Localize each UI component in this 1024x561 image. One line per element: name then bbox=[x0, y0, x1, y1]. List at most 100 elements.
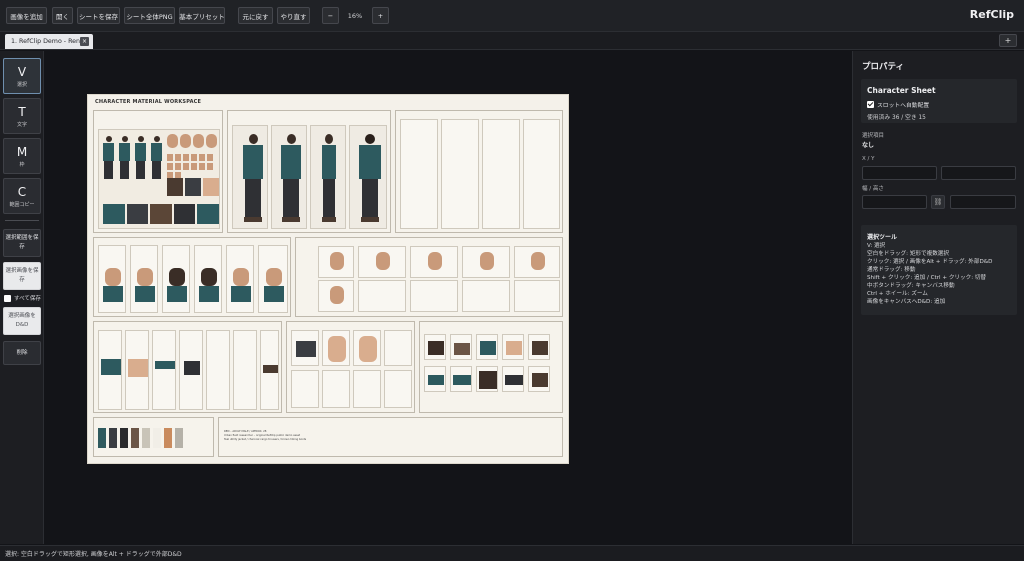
image-slot[interactable] bbox=[260, 330, 279, 410]
image-slot[interactable] bbox=[179, 330, 203, 410]
empty-slot[interactable] bbox=[482, 119, 520, 229]
empty-slot[interactable] bbox=[523, 119, 560, 229]
empty-slot[interactable] bbox=[462, 280, 510, 312]
zoom-in-button[interactable]: + bbox=[372, 7, 389, 24]
open-button[interactable]: 開く bbox=[52, 7, 73, 24]
tool-range-copy[interactable]: C 範囲コピー bbox=[3, 178, 41, 214]
image-slot[interactable] bbox=[502, 366, 524, 392]
figure-image[interactable] bbox=[322, 134, 336, 222]
image-slot[interactable] bbox=[232, 125, 268, 229]
panel-expressions[interactable] bbox=[295, 237, 563, 317]
tool-frame[interactable]: M 枠 bbox=[3, 138, 41, 174]
image-slot[interactable] bbox=[476, 366, 498, 392]
undo-button[interactable]: 元に戻す bbox=[238, 7, 273, 24]
width-input[interactable] bbox=[862, 195, 927, 209]
figure-image[interactable] bbox=[103, 136, 114, 179]
empty-slot[interactable] bbox=[514, 280, 560, 312]
image-slot[interactable] bbox=[349, 125, 387, 229]
panel-outfit[interactable] bbox=[93, 321, 282, 413]
image-slot[interactable] bbox=[358, 246, 406, 278]
panel-color-palette[interactable] bbox=[93, 417, 214, 457]
image-slot[interactable] bbox=[322, 330, 350, 366]
image-slot[interactable] bbox=[271, 125, 307, 229]
image-slot[interactable] bbox=[258, 245, 288, 313]
empty-slot[interactable] bbox=[233, 330, 257, 410]
auto-place-checkbox[interactable]: スロットへ自動配置 bbox=[867, 100, 929, 109]
panel-detail-refs[interactable] bbox=[419, 321, 563, 413]
save-selected-images-button[interactable]: 選択画像を保存 bbox=[3, 262, 41, 290]
image-slot[interactable] bbox=[502, 334, 524, 360]
checkbox-icon[interactable] bbox=[4, 294, 11, 302]
x-input[interactable] bbox=[862, 166, 937, 180]
add-tab-button[interactable]: + bbox=[999, 34, 1017, 47]
figure-image[interactable] bbox=[119, 136, 130, 179]
empty-slot[interactable] bbox=[400, 119, 438, 229]
preset-button[interactable]: 基本プリセット bbox=[179, 7, 225, 24]
image-slot[interactable] bbox=[98, 129, 220, 229]
empty-slot[interactable] bbox=[353, 370, 381, 408]
panel-head-shots[interactable] bbox=[93, 237, 291, 317]
image-slot[interactable] bbox=[194, 245, 222, 313]
figure-image[interactable] bbox=[243, 134, 263, 222]
y-input[interactable] bbox=[941, 166, 1016, 180]
empty-slot[interactable] bbox=[322, 370, 350, 408]
empty-slot[interactable] bbox=[358, 280, 406, 312]
image-slot[interactable] bbox=[125, 330, 149, 410]
image-slot[interactable] bbox=[410, 246, 458, 278]
checkbox-checked-icon[interactable] bbox=[867, 101, 874, 108]
empty-slot[interactable] bbox=[206, 330, 230, 410]
image-slot[interactable] bbox=[424, 366, 446, 392]
character-sheet[interactable]: CHARACTER MATERIAL WORKSPACE REN – ADULT… bbox=[87, 94, 569, 464]
add-image-button[interactable]: 画像を追加 bbox=[6, 7, 47, 24]
figure-image[interactable] bbox=[135, 136, 146, 179]
delete-button[interactable]: 削除 bbox=[3, 341, 41, 365]
figure-image[interactable] bbox=[151, 136, 162, 179]
image-slot[interactable] bbox=[514, 246, 560, 278]
empty-slot[interactable] bbox=[384, 330, 412, 366]
save-all-checkbox[interactable]: すべて保存 bbox=[4, 294, 41, 302]
drag-selected-button[interactable]: 選択画像をD&D bbox=[3, 307, 41, 335]
image-slot[interactable] bbox=[424, 334, 446, 360]
panel-accessories[interactable] bbox=[286, 321, 415, 413]
image-slot[interactable] bbox=[130, 245, 158, 313]
aspect-lock-icon[interactable]: ⛓ bbox=[931, 195, 945, 209]
image-slot[interactable] bbox=[162, 245, 190, 313]
empty-slot[interactable] bbox=[410, 280, 458, 312]
empty-slot[interactable] bbox=[441, 119, 479, 229]
tool-text[interactable]: T 文字 bbox=[3, 98, 41, 134]
image-slot[interactable] bbox=[528, 366, 550, 392]
image-slot[interactable] bbox=[318, 246, 354, 278]
image-slot[interactable] bbox=[98, 330, 122, 410]
tool-select[interactable]: V 選択 bbox=[3, 58, 41, 94]
image-slot[interactable] bbox=[353, 330, 381, 366]
panel-turnaround-sheet[interactable] bbox=[93, 110, 223, 233]
empty-slot[interactable] bbox=[291, 370, 319, 408]
tab-demo[interactable]: 1. RefClip Demo - Ren × bbox=[5, 34, 93, 49]
image-slot[interactable] bbox=[476, 334, 498, 360]
image-slot[interactable] bbox=[318, 280, 354, 312]
image-slot[interactable] bbox=[462, 246, 510, 278]
redo-button[interactable]: やり直す bbox=[277, 7, 310, 24]
save-selection-button[interactable]: 選択範囲を保存 bbox=[3, 229, 41, 257]
image-slot[interactable] bbox=[152, 330, 176, 410]
height-input[interactable] bbox=[950, 195, 1016, 209]
panel-empty-slots[interactable] bbox=[395, 110, 563, 233]
panel-full-body[interactable] bbox=[227, 110, 391, 233]
select-tool-help: 選択ツール V: 選択 空白をドラッグ: 矩形で複数選択 クリック: 選択 / … bbox=[861, 225, 1017, 315]
app-title: RefClip bbox=[969, 8, 1014, 21]
close-icon[interactable]: × bbox=[80, 37, 89, 46]
save-sheet-button[interactable]: シートを保存 bbox=[77, 7, 120, 24]
image-slot[interactable] bbox=[98, 245, 126, 313]
empty-slot[interactable] bbox=[384, 370, 412, 408]
zoom-out-button[interactable]: − bbox=[322, 7, 339, 24]
image-slot[interactable] bbox=[291, 330, 319, 366]
image-slot[interactable] bbox=[226, 245, 254, 313]
figure-image[interactable] bbox=[281, 134, 301, 222]
image-slot[interactable] bbox=[528, 334, 550, 360]
image-slot[interactable] bbox=[310, 125, 346, 229]
export-png-button[interactable]: シート全体PNG bbox=[124, 7, 175, 24]
image-slot[interactable] bbox=[450, 334, 472, 360]
figure-image[interactable] bbox=[359, 134, 381, 222]
image-slot[interactable] bbox=[450, 366, 472, 392]
panel-notes[interactable]: REN – ADULT MALE / APPROX. 28 Urban fiel… bbox=[218, 417, 563, 457]
